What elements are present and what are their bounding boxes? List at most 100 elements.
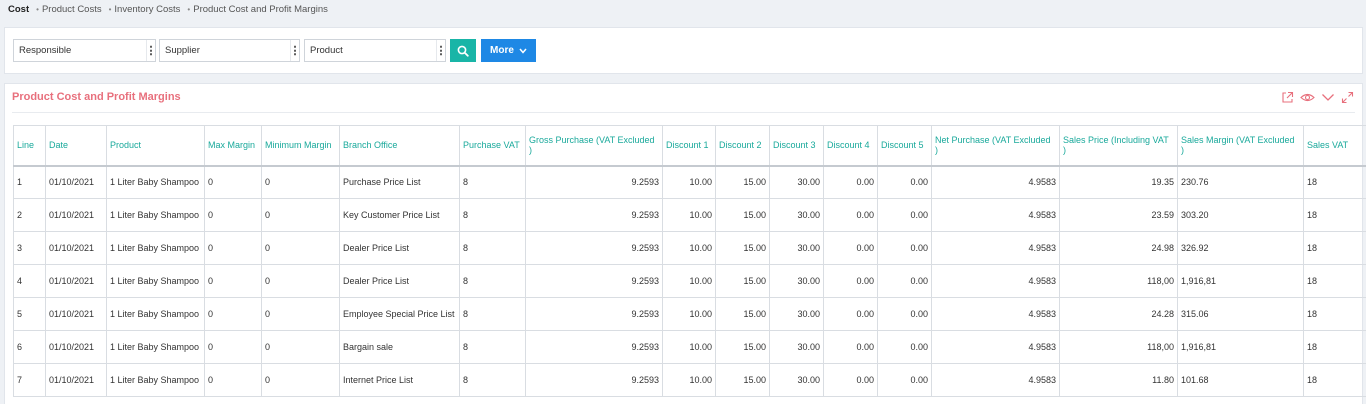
- cell-sales-margin[interactable]: 303.20: [1177, 198, 1304, 232]
- eye-icon[interactable]: [1300, 91, 1315, 104]
- cell-gross-purchase: 9.2593: [525, 198, 663, 232]
- cell-minimum-margin: 0: [261, 165, 340, 199]
- table-row[interactable]: 5 01/10/2021 1 Liter Baby Shampoo 0 0 Employe…: [13, 297, 1366, 331]
- cell-max-margin: 0: [204, 297, 262, 331]
- cell-net-purchase: 4.9583: [931, 198, 1060, 232]
- cell-branch-office: Bargain sale: [339, 330, 460, 364]
- cell-line: 3: [13, 231, 46, 265]
- cell-discount-3: 30.00: [769, 330, 824, 364]
- table-row[interactable]: 3 01/10/2021 1 Liter Baby Shampoo 0 0 Dealer …: [13, 231, 1366, 265]
- cell-purchase-vat: 8: [459, 363, 526, 397]
- cell-discount-5: 0.00: [877, 264, 932, 298]
- cell-discount-5: 0.00: [877, 330, 932, 364]
- cell-date: 01/10/2021: [45, 297, 107, 331]
- cell-branch-office: Internet Price List: [339, 363, 460, 397]
- column-header-purchase-vat[interactable]: Purchase VAT: [459, 125, 526, 166]
- cell-minimum-margin: 0: [261, 198, 340, 232]
- cost-margin-table: Line Date Product Max Margin Minimum Margin B…: [13, 125, 1366, 397]
- cell-minimum-margin: 0: [261, 231, 340, 265]
- column-header-discount-4[interactable]: Discount 4: [823, 125, 878, 166]
- cell-discount-1: 10.00: [662, 264, 716, 298]
- cell-line: 6: [13, 330, 46, 364]
- column-header-sales-price[interactable]: Sales Price (Including VAT ): [1059, 125, 1178, 166]
- cell-sales-vat: 18: [1303, 330, 1366, 364]
- cell-sales-price: 24.98: [1059, 231, 1178, 265]
- cell-sales-margin[interactable]: 326.92: [1177, 231, 1304, 265]
- column-header-branch-office[interactable]: Branch Office: [339, 125, 460, 166]
- cell-sales-vat: 18: [1303, 231, 1366, 265]
- more-button[interactable]: More: [481, 39, 536, 62]
- product-select[interactable]: Product ⋮: [304, 39, 447, 62]
- column-header-line[interactable]: Line: [13, 125, 46, 166]
- expand-icon[interactable]: [1341, 91, 1354, 104]
- breadcrumb-root[interactable]: Cost: [8, 4, 29, 15]
- cell-discount-2: 15.00: [715, 330, 770, 364]
- cell-product: 1 Liter Baby Shampoo: [106, 330, 205, 364]
- column-header-discount-5[interactable]: Discount 5: [877, 125, 932, 166]
- cell-discount-5: 0.00: [877, 363, 932, 397]
- supplier-select-value: Supplier: [165, 45, 200, 56]
- cell-gross-purchase: 9.2593: [525, 330, 663, 364]
- filter-panel: Responsible ⋮ Supplier ⋮ Product ⋮ More: [4, 27, 1363, 74]
- column-header-discount-1[interactable]: Discount 1: [662, 125, 716, 166]
- cell-sales-price: 118,00: [1059, 264, 1178, 298]
- cell-purchase-vat: 8: [459, 165, 526, 199]
- table-row[interactable]: 2 01/10/2021 1 Liter Baby Shampoo 0 0 Key Cus…: [13, 198, 1366, 232]
- cell-sales-price: 19.35: [1059, 165, 1178, 199]
- responsible-select[interactable]: Responsible ⋮: [13, 39, 157, 62]
- cell-purchase-vat: 8: [459, 264, 526, 298]
- cell-date: 01/10/2021: [45, 330, 107, 364]
- title-divider: [12, 112, 1355, 113]
- cell-sales-margin[interactable]: 230.76: [1177, 165, 1304, 199]
- cell-discount-3: 30.00: [769, 198, 824, 232]
- column-header-net-purchase[interactable]: Net Purchase (VAT Excluded ): [931, 125, 1060, 166]
- column-header-date[interactable]: Date: [45, 125, 107, 166]
- cell-discount-4: 0.00: [823, 297, 878, 331]
- breadcrumb-item-product-costs[interactable]: Product Costs: [42, 4, 102, 15]
- kebab-icon[interactable]: ⋮: [146, 40, 157, 61]
- cell-discount-1: 10.00: [662, 231, 716, 265]
- supplier-select[interactable]: Supplier ⋮: [159, 39, 301, 62]
- cell-date: 01/10/2021: [45, 198, 107, 232]
- cell-minimum-margin: 0: [261, 297, 340, 331]
- column-header-max-margin[interactable]: Max Margin: [204, 125, 262, 166]
- collapse-icon[interactable]: [1321, 91, 1335, 104]
- responsible-select-value: Responsible: [19, 45, 72, 56]
- cell-purchase-vat: 8: [459, 198, 526, 232]
- cell-sales-margin[interactable]: 1,916,81: [1177, 264, 1304, 298]
- column-header-minimum-margin[interactable]: Minimum Margin: [261, 125, 340, 166]
- column-header-discount-3[interactable]: Discount 3: [769, 125, 824, 166]
- cell-discount-3: 30.00: [769, 165, 824, 199]
- cell-sales-margin[interactable]: 315.06: [1177, 297, 1304, 331]
- cell-date: 01/10/2021: [45, 363, 107, 397]
- cell-sales-vat: 18: [1303, 363, 1366, 397]
- cell-gross-purchase: 9.2593: [525, 231, 663, 265]
- table-row[interactable]: 1 01/10/2021 1 Liter Baby Shampoo 0 0 Purchas…: [13, 165, 1366, 199]
- export-icon[interactable]: [1281, 91, 1294, 104]
- report-title: Product Cost and Profit Margins: [12, 91, 181, 103]
- table-row[interactable]: 4 01/10/2021 1 Liter Baby Shampoo 0 0 Dealer …: [13, 264, 1366, 298]
- column-header-gross-purchase[interactable]: Gross Purchase (VAT Excluded ): [525, 125, 663, 166]
- cell-date: 01/10/2021: [45, 264, 107, 298]
- table-row[interactable]: 6 01/10/2021 1 Liter Baby Shampoo 0 0 Bargain…: [13, 330, 1366, 364]
- column-header-discount-2[interactable]: Discount 2: [715, 125, 770, 166]
- cell-gross-purchase: 9.2593: [525, 363, 663, 397]
- cell-purchase-vat: 8: [459, 231, 526, 265]
- cell-product: 1 Liter Baby Shampoo: [106, 165, 205, 199]
- kebab-icon[interactable]: ⋮: [290, 40, 301, 61]
- cell-sales-margin[interactable]: 101.68: [1177, 363, 1304, 397]
- cell-sales-vat: 18: [1303, 165, 1366, 199]
- column-header-sales-vat[interactable]: Sales VAT: [1303, 125, 1366, 166]
- search-button[interactable]: [450, 39, 476, 62]
- cell-sales-margin[interactable]: 1,916,81: [1177, 330, 1304, 364]
- chevron-down-icon: [519, 48, 527, 54]
- column-header-product[interactable]: Product: [106, 125, 205, 166]
- cell-minimum-margin: 0: [261, 363, 340, 397]
- table-row[interactable]: 7 01/10/2021 1 Liter Baby Shampoo 0 0 Interne…: [13, 363, 1366, 397]
- breadcrumb-item-inventory-costs[interactable]: Inventory Costs: [114, 4, 180, 15]
- kebab-icon[interactable]: ⋮: [436, 40, 447, 61]
- cell-max-margin: 0: [204, 264, 262, 298]
- column-header-sales-margin[interactable]: Sales Margin (VAT Excluded ): [1177, 125, 1304, 166]
- cell-max-margin: 0: [204, 363, 262, 397]
- cell-discount-4: 0.00: [823, 264, 878, 298]
